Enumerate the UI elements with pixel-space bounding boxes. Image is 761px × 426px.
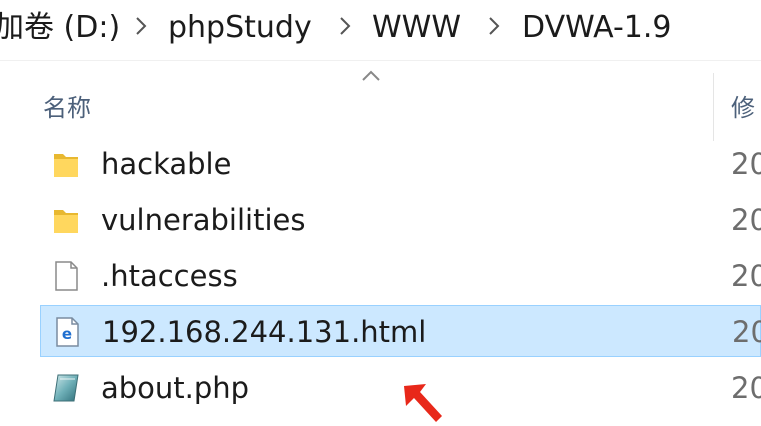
chevron-right-icon[interactable]: [133, 15, 149, 37]
file-icon: [50, 259, 82, 293]
breadcrumb: 加卷 (D:) phpStudy WWW DVWA-1.9: [0, 0, 761, 60]
file-row[interactable]: hackable 20: [40, 138, 761, 190]
chevron-right-icon[interactable]: [486, 15, 502, 37]
breadcrumb-phpstudy[interactable]: phpStudy: [168, 6, 312, 50]
file-date: 20: [732, 315, 761, 349]
file-date: 20: [731, 371, 761, 405]
php-file-icon: [50, 371, 82, 405]
html-file-icon: e: [51, 315, 83, 349]
file-name: vulnerabilities: [101, 203, 306, 237]
svg-text:e: e: [62, 325, 72, 343]
folder-icon: [50, 147, 82, 181]
chevron-right-icon[interactable]: [337, 15, 353, 37]
file-name: 192.168.244.131.html: [102, 315, 427, 349]
breadcrumb-drive[interactable]: 加卷 (D:): [0, 6, 120, 50]
file-name: .htaccess: [101, 259, 238, 293]
annotation-arrow-icon: [396, 380, 446, 422]
column-divider[interactable]: [713, 73, 714, 141]
file-date: 20: [731, 259, 761, 293]
file-name: hackable: [101, 147, 232, 181]
folder-icon: [50, 203, 82, 237]
file-row[interactable]: vulnerabilities 20: [40, 194, 761, 246]
file-name: about.php: [101, 371, 250, 405]
file-row-selected[interactable]: e 192.168.244.131.html 20: [40, 305, 761, 357]
breadcrumb-dvwa[interactable]: DVWA-1.9: [522, 6, 672, 50]
sort-ascending-icon[interactable]: [361, 68, 381, 82]
file-row[interactable]: .htaccess 20: [40, 250, 761, 302]
column-header-date[interactable]: 修: [731, 88, 761, 128]
divider: [0, 60, 761, 61]
file-date: 20: [731, 147, 761, 181]
breadcrumb-www[interactable]: WWW: [372, 6, 461, 50]
column-header-name[interactable]: 名称: [43, 88, 91, 128]
file-date: 20: [731, 203, 761, 237]
